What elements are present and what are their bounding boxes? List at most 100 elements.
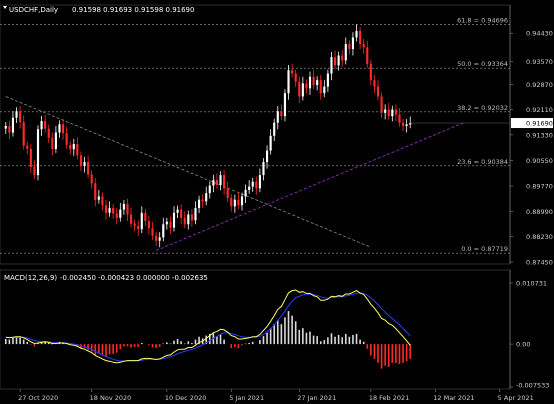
candle-body — [176, 209, 179, 213]
candle-body — [58, 124, 61, 133]
candle-body — [283, 93, 287, 117]
candle-body — [79, 155, 83, 166]
candle-body — [301, 83, 304, 97]
price-tick-label: 0.88990 — [526, 208, 553, 216]
candle-body — [137, 225, 140, 230]
fib-label-3: 23.6 = 0.90384 — [457, 158, 508, 166]
fib-label-0: 61.8 = 0.94696 — [457, 17, 508, 25]
price-tick-label: 0.90550 — [526, 157, 553, 165]
header-symbol-group: USDCHF,Daily 0.91598 0.91693 0.91598 0.9… — [3, 6, 194, 14]
candle-body — [312, 76, 315, 86]
candle-body — [280, 111, 283, 117]
candle-body — [233, 199, 236, 207]
price-pane — [0, 4, 511, 265]
price-tick-label: 0.92110 — [526, 106, 553, 114]
candle-body — [298, 81, 301, 97]
candle-body — [341, 55, 344, 61]
candle-body — [147, 221, 151, 229]
candle-body — [269, 135, 272, 151]
candle-body — [51, 137, 54, 149]
candle-body — [337, 55, 340, 66]
fib-label-4: 0.0 = 0.87719 — [461, 245, 508, 253]
chart-root: 61.8 = 0.94696 50.0 = 0.93364 38.2 = 0.920… — [0, 0, 554, 404]
candle-body — [4, 125, 7, 129]
candle-body — [140, 212, 143, 230]
candle-body — [351, 37, 355, 49]
price-tick-label: 0.93570 — [526, 58, 553, 66]
candle-body — [165, 221, 168, 225]
macd-label: MACD(12,26,9) — [4, 274, 57, 282]
candle-body — [190, 214, 193, 221]
candle-body — [355, 30, 358, 38]
candle-body — [112, 207, 115, 214]
candle-body — [187, 214, 190, 225]
candle-body — [194, 207, 197, 221]
price-tick-label: 0.87450 — [526, 259, 553, 267]
chart-ohlc: 0.91598 0.91693 0.91598 0.91690 — [72, 6, 194, 14]
candle-body — [205, 193, 208, 202]
x-tick-label: 5 Jan 2021 — [229, 394, 264, 402]
candle-body — [237, 199, 240, 206]
candle-body — [119, 209, 122, 218]
candle-body — [294, 73, 297, 82]
candle-body — [398, 114, 401, 123]
candle-body — [65, 133, 68, 145]
candle-body — [69, 144, 72, 150]
candle-body — [158, 237, 161, 241]
candle-body — [36, 129, 40, 176]
candle — [36, 125, 40, 181]
candle-body — [169, 221, 172, 228]
candle-body — [348, 44, 351, 49]
candle-body — [22, 122, 25, 146]
candle-body — [226, 188, 229, 199]
price-tick-label: 0.89770 — [526, 182, 553, 190]
candle-body — [219, 175, 222, 185]
candle-body — [305, 83, 308, 89]
candle-body — [359, 30, 362, 45]
candle-body — [44, 121, 47, 129]
candle-body — [108, 207, 111, 213]
candle-body — [326, 73, 329, 87]
candle-body — [369, 63, 372, 81]
last-price-label: 0.91690 — [526, 120, 553, 128]
candle-body — [212, 180, 215, 186]
candle-body — [387, 109, 390, 117]
candle-body — [29, 148, 32, 167]
candle-body — [316, 80, 319, 86]
candle-body — [90, 174, 93, 184]
candle-body — [126, 203, 129, 215]
price-tick-label: 0.88230 — [526, 233, 553, 241]
candle-body — [76, 144, 79, 156]
macd-tick-label: 0.00 — [516, 341, 530, 349]
candle-body — [33, 166, 36, 176]
candle-body — [223, 175, 226, 189]
candle-body — [155, 235, 158, 241]
candle-body — [244, 189, 247, 197]
candle-body — [323, 86, 326, 94]
candle-body — [26, 145, 29, 149]
candle-body — [265, 150, 269, 163]
candle-body — [366, 47, 369, 64]
fib-label-2: 38.2 = 0.92032 — [457, 104, 508, 112]
macd-tick-label: 0.010731 — [516, 280, 547, 288]
candle-body — [391, 109, 394, 117]
candle-body — [230, 198, 233, 207]
candle-body — [87, 162, 90, 175]
candle-body — [115, 213, 118, 218]
candle-body — [330, 57, 333, 74]
candle-body — [344, 44, 347, 61]
candle-body — [151, 228, 154, 236]
candle-body — [122, 203, 125, 210]
candle-body — [101, 196, 104, 206]
x-tick-label: 12 Mar 2021 — [433, 394, 474, 402]
candle-body — [180, 209, 183, 218]
candle-body — [394, 109, 397, 115]
candle-body — [208, 185, 211, 194]
candle-body — [133, 223, 136, 226]
candle-body — [251, 181, 254, 187]
candle-body — [94, 183, 97, 200]
candle-body — [376, 86, 380, 97]
macd-header-group: MACD(12,26,9) -0.002450 -0.000423 0.0000… — [4, 274, 208, 282]
candle-body — [162, 224, 165, 238]
candle-body — [183, 217, 186, 225]
